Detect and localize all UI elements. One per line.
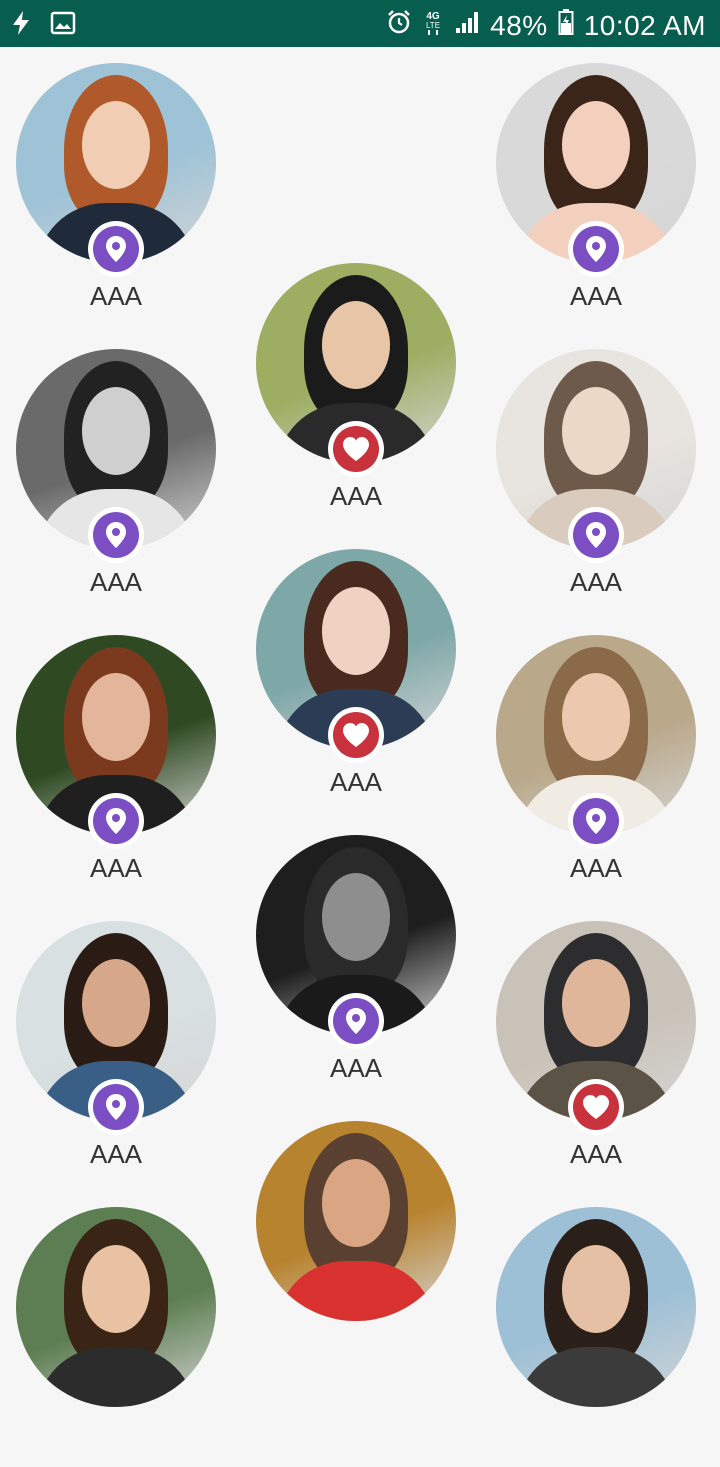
location-pin-icon[interactable] [333,998,379,1044]
profile-name: AAA [329,767,383,797]
avatar-shoulders [36,1347,196,1407]
profile-card[interactable]: AAA [496,921,696,1181]
profile-name: AAA [569,1139,623,1169]
avatar-face [322,587,390,675]
location-pin-icon[interactable] [93,1084,139,1130]
avatar-face [322,1159,390,1247]
heart-icon[interactable] [573,1084,619,1130]
profile-card[interactable]: AAA [16,921,216,1181]
profile-card[interactable]: AAA [256,835,456,1095]
avatar-face [562,1245,630,1333]
avatar-shoulders [516,1347,676,1407]
profile-name: AAA [89,281,143,311]
avatar-face [322,301,390,389]
alarm-icon [386,9,412,42]
location-pin-icon[interactable] [93,798,139,844]
avatar-face [562,387,630,475]
avatar-face [82,673,150,761]
location-badge[interactable] [568,793,624,849]
profile-name: AAA [89,853,143,883]
heart-icon[interactable] [333,712,379,758]
favorite-badge[interactable] [328,421,384,477]
favorite-badge[interactable] [328,707,384,763]
profile-card[interactable] [256,1121,456,1381]
status-bar: 4G LTE 48% 10:02 AM [0,0,720,47]
location-badge[interactable] [328,993,384,1049]
profile-name: AAA [89,567,143,597]
avatar-face [82,959,150,1047]
profile-name: AAA [329,481,383,511]
avatar-face [82,101,150,189]
location-badge[interactable] [88,507,144,563]
avatar-face [562,673,630,761]
location-badge[interactable] [568,507,624,563]
clock: 10:02 AM [583,9,706,41]
location-pin-icon[interactable] [93,512,139,558]
location-badge[interactable] [88,793,144,849]
battery-icon [558,8,574,43]
favorite-badge[interactable] [568,1079,624,1135]
profile-card[interactable]: AAA [496,349,696,609]
avatar-face [322,873,390,961]
profile-card[interactable] [496,1207,696,1467]
avatar-face [562,959,630,1047]
battery-percentage: 48% [490,9,548,41]
location-pin-icon[interactable] [93,226,139,272]
profile-card[interactable]: AAA [496,635,696,895]
avatar[interactable] [16,1207,216,1407]
profile-card[interactable]: AAA [16,349,216,609]
profile-card[interactable]: AAA [16,63,216,323]
4g-lte-icon: 4G LTE [422,8,444,43]
profile-name: AAA [329,1053,383,1083]
profile-card[interactable] [16,1207,216,1467]
svg-text:LTE: LTE [426,21,440,30]
profile-grid: AAA AAA AAA AAA AAA AAA AAA AAA AAA AAA … [0,47,720,1407]
location-badge[interactable] [88,221,144,277]
location-badge[interactable] [88,1079,144,1135]
signal-icon [454,9,480,42]
profile-card[interactable]: AAA [496,63,696,323]
profile-card[interactable]: AAA [256,549,456,809]
location-badge[interactable] [568,221,624,277]
image-icon [50,10,76,41]
profile-name: AAA [569,853,623,883]
profile-name: AAA [569,567,623,597]
location-pin-icon[interactable] [573,798,619,844]
avatar[interactable] [496,1207,696,1407]
profile-name: AAA [569,281,623,311]
location-pin-icon[interactable] [573,512,619,558]
avatar[interactable] [256,1121,456,1321]
avatar-face [562,101,630,189]
profile-card[interactable]: AAA [16,635,216,895]
avatar-face [82,387,150,475]
profile-card[interactable]: AAA [256,263,456,523]
profile-name: AAA [89,1139,143,1169]
location-pin-icon[interactable] [573,226,619,272]
heart-icon[interactable] [333,426,379,472]
flash-icon [10,10,32,41]
avatar-shoulders [276,1261,436,1321]
avatar-face [82,1245,150,1333]
